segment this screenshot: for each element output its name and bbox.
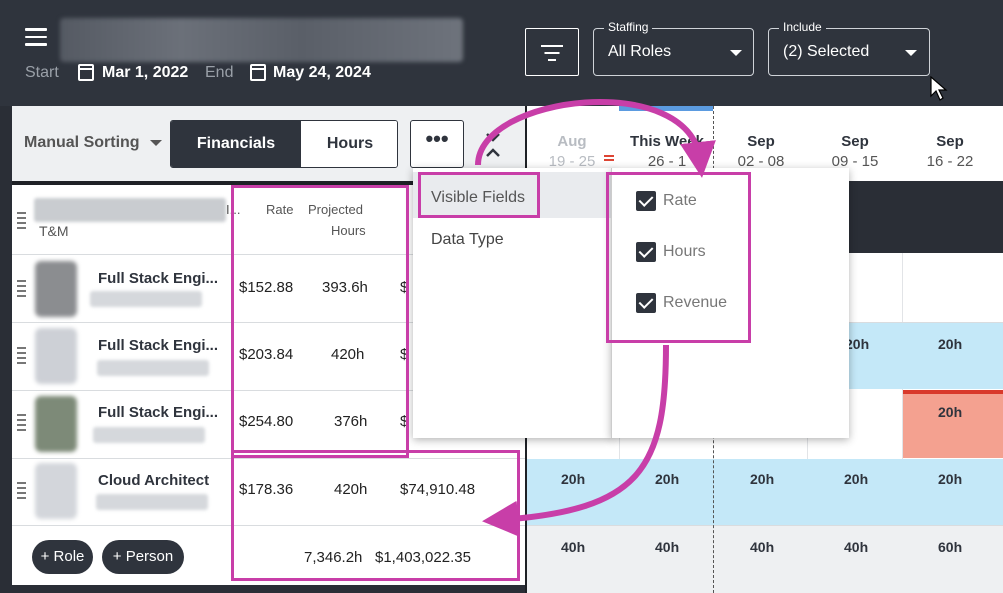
mouse-cursor-icon	[930, 76, 948, 101]
annotation-arrows	[475, 98, 716, 537]
